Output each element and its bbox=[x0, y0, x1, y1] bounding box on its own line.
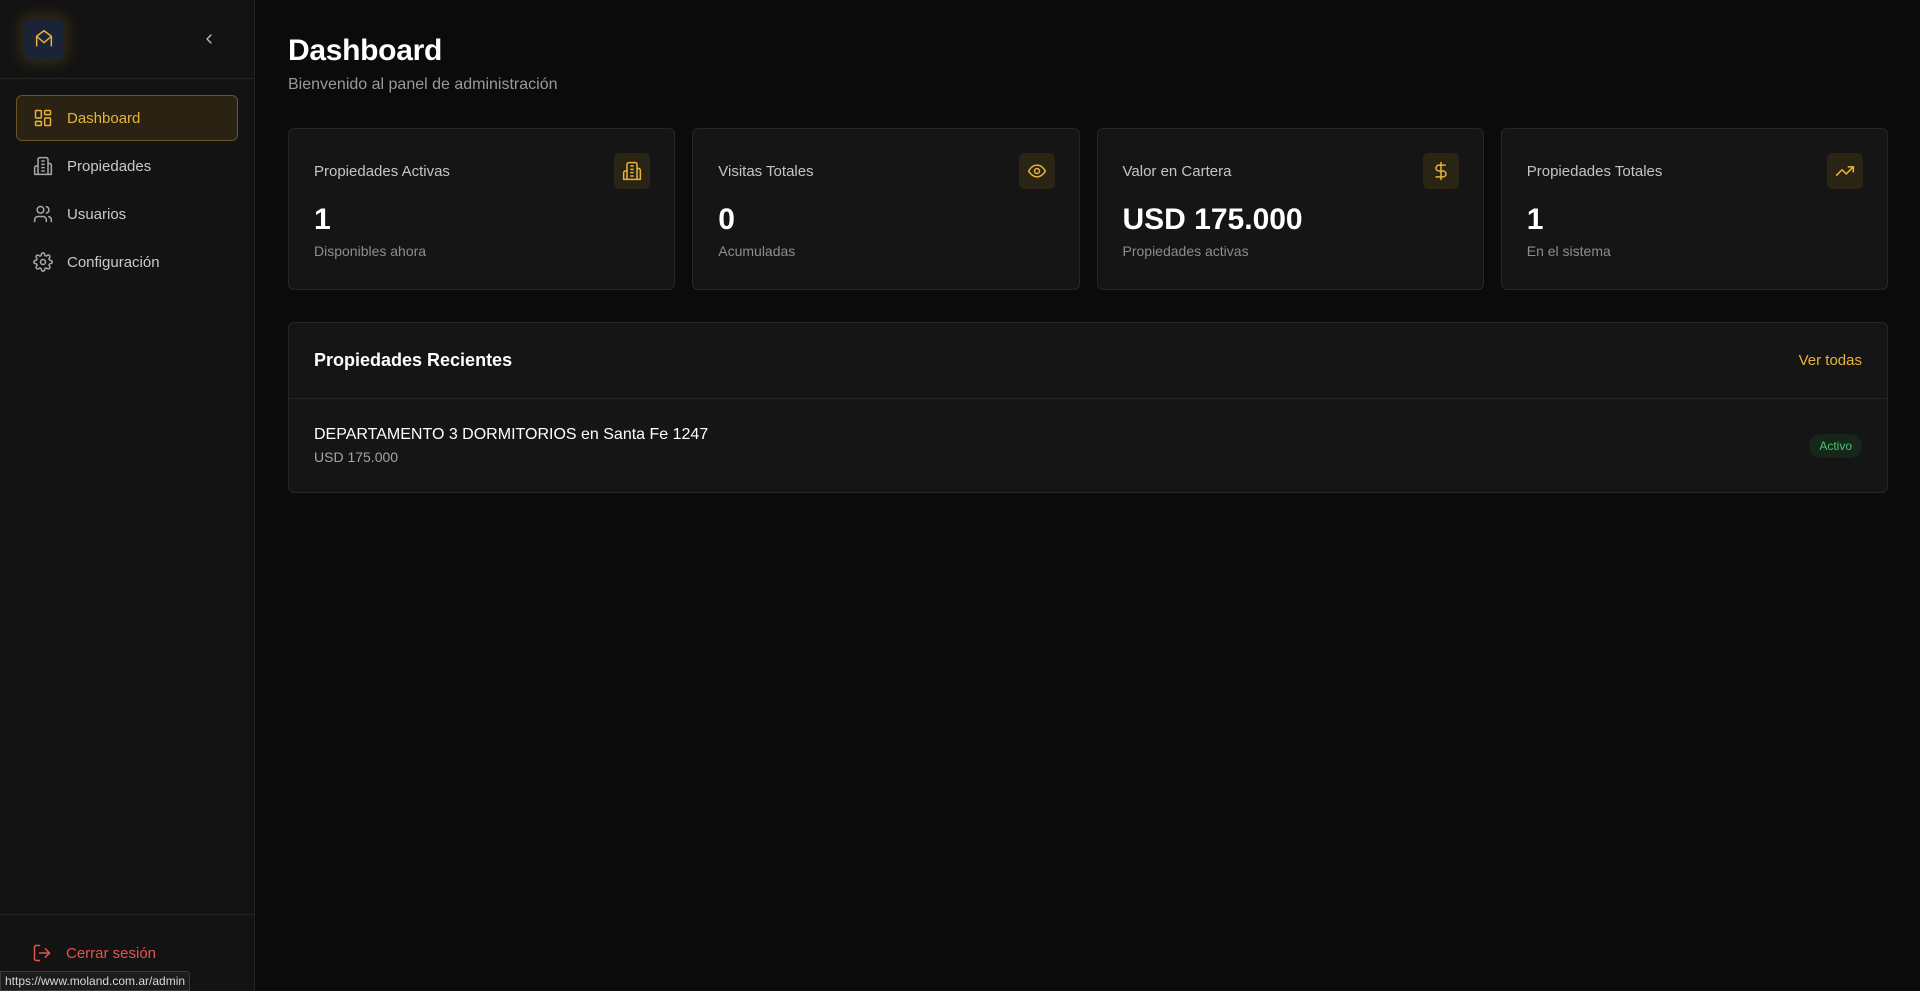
recent-properties-header: Propiedades Recientes Ver todas bbox=[289, 323, 1887, 399]
property-info: DEPARTAMENTO 3 DORMITORIOS en Santa Fe 1… bbox=[314, 426, 708, 465]
status-bar-url: https://www.moland.com.ar/admin bbox=[0, 971, 191, 991]
sidebar-item-propiedades[interactable]: Propiedades bbox=[16, 143, 238, 189]
users-icon bbox=[33, 205, 53, 223]
logout-label: Cerrar sesión bbox=[66, 944, 157, 962]
gear-icon bbox=[33, 252, 53, 272]
stat-subtext: Disponibles ahora bbox=[314, 243, 427, 259]
collapse-sidebar-button[interactable] bbox=[198, 28, 220, 50]
sidebar-nav: Dashboard Propiedades Usuarios Configura… bbox=[0, 79, 254, 285]
page-title: Dashboard bbox=[288, 34, 442, 67]
stat-label: Propiedades Totales bbox=[1526, 163, 1663, 180]
stat-label: Valor en Cartera bbox=[1122, 163, 1232, 180]
stat-value: 1 bbox=[314, 203, 331, 236]
see-all-link[interactable]: Ver todas bbox=[1799, 352, 1862, 369]
moland-logo-icon[interactable] bbox=[24, 19, 64, 59]
stat-subtext: Acumuladas bbox=[718, 243, 796, 259]
sidebar-item-usuarios[interactable]: Usuarios bbox=[16, 191, 238, 237]
stat-subtext: En el sistema bbox=[1526, 243, 1611, 259]
status-badge: Activo bbox=[1809, 433, 1862, 458]
sidebar-item-label: Configuración bbox=[67, 253, 160, 271]
page-subtitle: Bienvenido al panel de administración bbox=[288, 76, 558, 93]
building-icon bbox=[33, 156, 53, 176]
building-icon bbox=[614, 153, 651, 189]
sidebar-item-dashboard[interactable]: Dashboard bbox=[16, 95, 238, 141]
logout-button[interactable]: Cerrar sesión bbox=[32, 943, 254, 963]
sidebar-item-configuracion[interactable]: Configuración bbox=[16, 239, 238, 285]
chevron-left-icon bbox=[206, 34, 212, 44]
stat-label: Propiedades Activas bbox=[314, 163, 450, 180]
eye-icon bbox=[1018, 153, 1055, 189]
sidebar-header bbox=[0, 0, 254, 79]
property-name: DEPARTAMENTO 3 DORMITORIOS en Santa Fe 1… bbox=[314, 426, 709, 443]
trending-up-icon bbox=[1827, 153, 1863, 189]
main-content: Dashboard Bienvenido al panel de adminis… bbox=[255, 0, 1920, 991]
property-price: USD 175.000 bbox=[314, 449, 399, 465]
recent-properties-panel: Propiedades Recientes Ver todas DEPARTAM… bbox=[288, 322, 1888, 493]
stat-value: 1 bbox=[1526, 203, 1544, 236]
stat-card-valor-en-cartera: Valor en Cartera USD 175.000 Propiedades… bbox=[1096, 128, 1484, 290]
app: Dashboard Propiedades Usuarios Configura… bbox=[0, 0, 1920, 991]
stat-label: Visitas Totales bbox=[718, 163, 814, 180]
stat-card-propiedades-activas: Propiedades Activas 1 Disponibles ahora bbox=[288, 128, 676, 290]
sidebar-item-label: Propiedades bbox=[67, 157, 152, 175]
stat-card-propiedades-totales: Propiedades Totales 1 En el sistema bbox=[1500, 128, 1888, 290]
stats-grid: Propiedades Activas 1 Disponibles ahora bbox=[288, 128, 1888, 290]
stat-subtext: Propiedades activas bbox=[1122, 243, 1249, 259]
stat-value: USD 175.000 bbox=[1122, 203, 1303, 236]
sidebar: Dashboard Propiedades Usuarios Configura… bbox=[0, 0, 255, 991]
logout-icon bbox=[33, 944, 51, 962]
recent-properties-title: Propiedades Recientes bbox=[314, 350, 513, 370]
sidebar-item-label: Dashboard bbox=[67, 109, 141, 127]
dashboard-grid-icon bbox=[34, 109, 52, 127]
dollar-icon bbox=[1422, 153, 1459, 189]
stat-value: 0 bbox=[718, 203, 735, 236]
stat-card-visitas-totales: Visitas Totales 0 Acumuladas bbox=[692, 128, 1080, 290]
list-item[interactable]: DEPARTAMENTO 3 DORMITORIOS en Santa Fe 1… bbox=[289, 399, 1887, 492]
sidebar-item-label: Usuarios bbox=[67, 205, 127, 223]
